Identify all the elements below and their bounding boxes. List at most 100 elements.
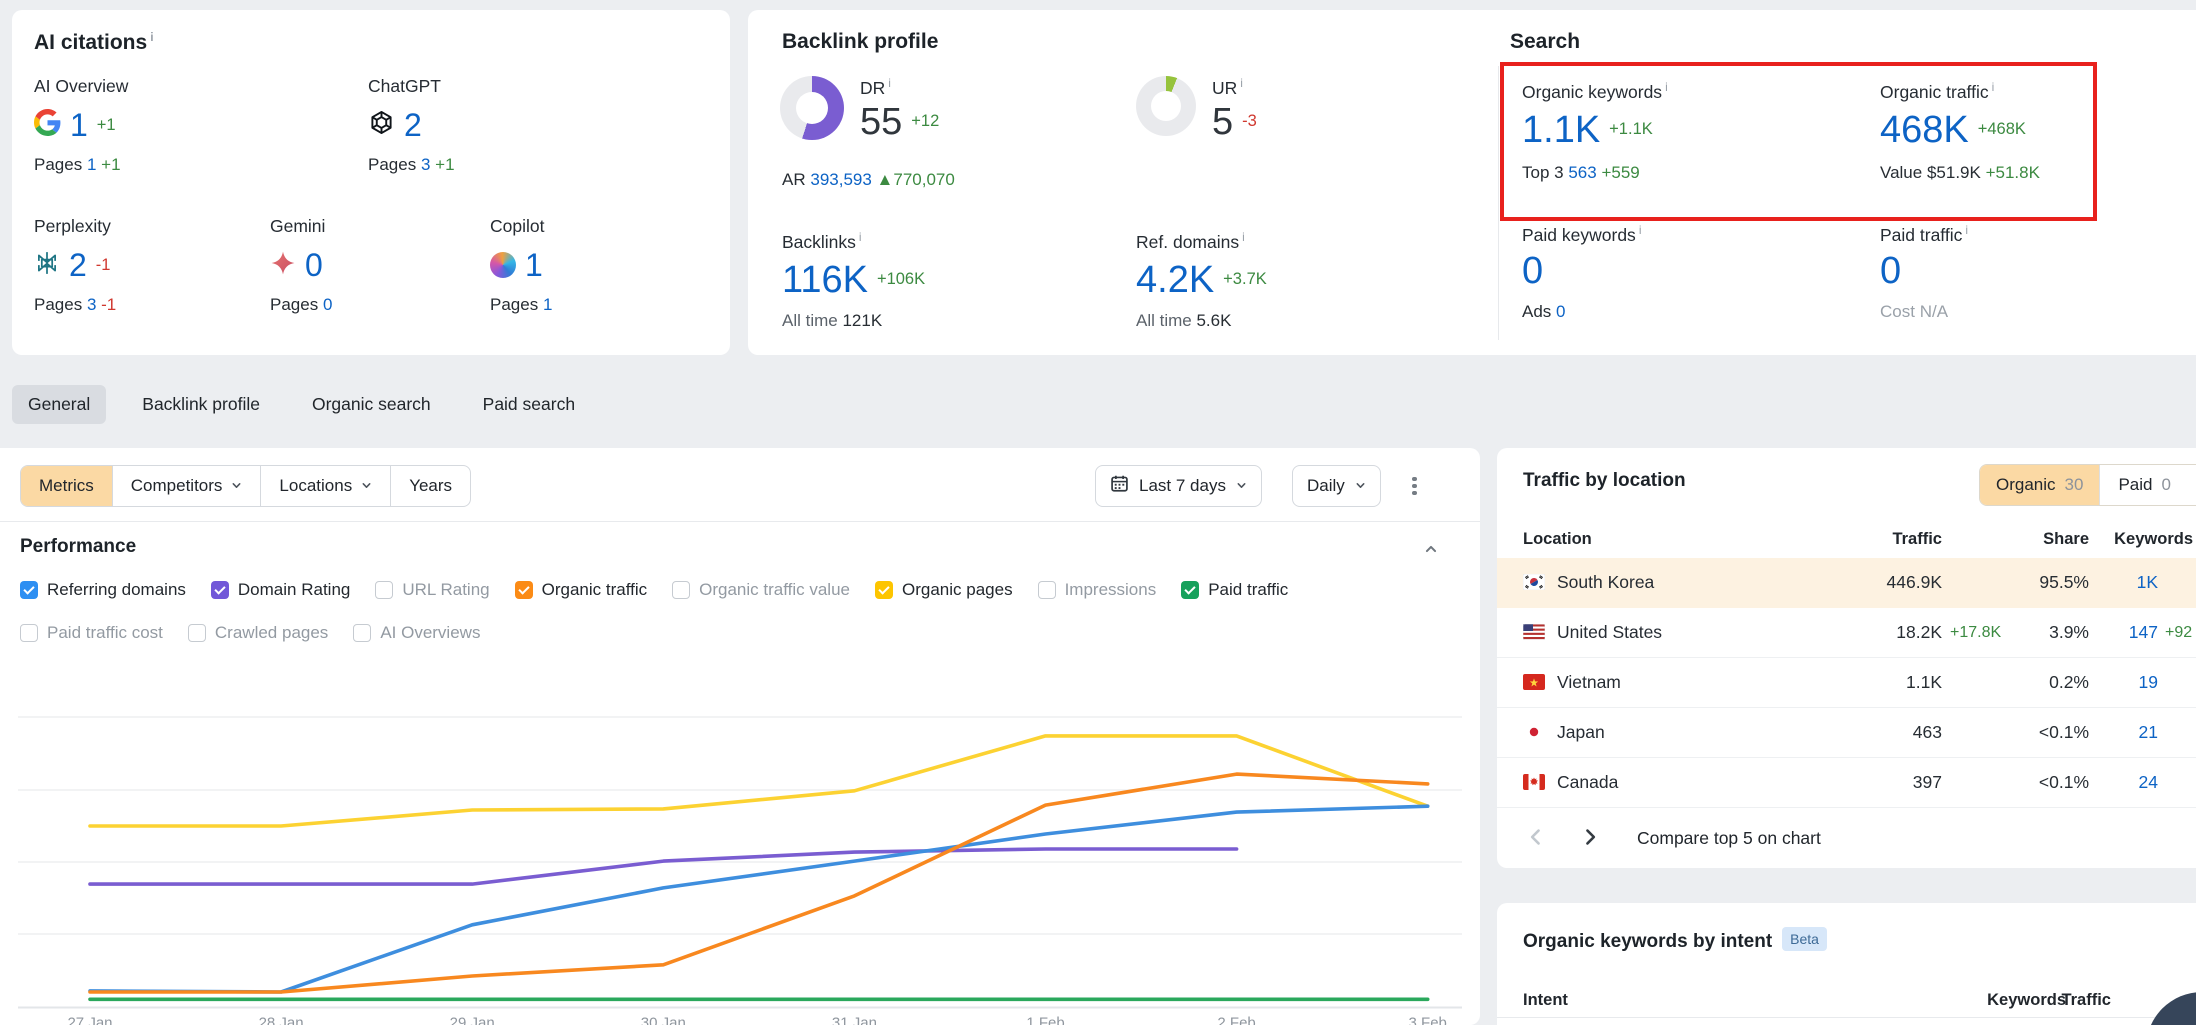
info-icon[interactable]: i — [888, 76, 891, 90]
beta-badge: Beta — [1782, 927, 1827, 951]
checkbox-icon — [515, 581, 533, 599]
checkbox-icon — [375, 581, 393, 599]
info-icon[interactable]: i — [1639, 223, 1642, 237]
svg-text:29 Jan: 29 Jan — [450, 1014, 495, 1025]
info-icon[interactable]: i — [1665, 80, 1668, 94]
pages-count[interactable]: 0 — [323, 295, 332, 314]
checkbox-domain-rating[interactable]: Domain Rating — [211, 580, 350, 600]
organic-keywords-value[interactable]: 1.1K — [1522, 111, 1600, 149]
collapse-chevron-icon[interactable] — [1424, 542, 1438, 561]
checkbox-icon — [1181, 581, 1199, 599]
competitors-button[interactable]: Competitors — [112, 466, 261, 506]
keywords-link[interactable]: 1K — [2137, 572, 2158, 593]
checkbox-icon — [211, 581, 229, 599]
checkbox-ai-overviews[interactable]: AI Overviews — [353, 623, 480, 643]
organic-keywords-block: Organic keywordsi 1.1K +1.1K Top 3 563 +… — [1522, 80, 1668, 183]
table-row-south-korea[interactable]: South Korea 446.9K 95.5% 1K — [1497, 558, 2196, 608]
years-button[interactable]: Years — [390, 466, 470, 506]
more-options-icon[interactable] — [1412, 474, 1417, 498]
locations-button[interactable]: Locations — [260, 466, 390, 506]
ar-line: AR 393,593 ▲770,070 — [782, 170, 955, 190]
info-icon[interactable]: i — [150, 30, 153, 44]
toggle-organic[interactable]: Organic 30 — [1980, 465, 2099, 505]
tab-general[interactable]: General — [12, 385, 106, 424]
traffic-by-location-title: Traffic by location — [1523, 470, 1686, 492]
paid-keywords-value[interactable]: 0 — [1522, 252, 1543, 290]
ref-domains-value[interactable]: 4.2K — [1136, 261, 1214, 299]
toggle-paid[interactable]: Paid 0 — [2099, 465, 2196, 505]
checkbox-organic-traffic[interactable]: Organic traffic — [515, 580, 648, 600]
chevron-down-icon — [231, 476, 242, 496]
stat-value[interactable]: 2 — [69, 249, 87, 281]
next-page-icon[interactable] — [1581, 828, 1599, 851]
table-row-japan[interactable]: Japan 463 <0.1% 21 — [1497, 708, 2196, 758]
keywords-link[interactable]: 19 — [2139, 672, 2158, 693]
table-row-canada[interactable]: Canada 397 <0.1% 24 — [1497, 758, 2196, 808]
date-range-button[interactable]: Last 7 days — [1095, 465, 1262, 507]
stat-value[interactable]: 1 — [70, 109, 88, 141]
ai-citations-card: AI citationsi AI Overview 1 +1 Pages 1 +… — [12, 10, 730, 355]
stat-value[interactable]: 2 — [404, 109, 422, 141]
stat-ai-overview: AI Overview 1 +1 Pages 1 +1 — [34, 76, 128, 175]
up-triangle-icon: ▲ — [877, 170, 894, 189]
stat-perplexity: Perplexity 2 -1 Pages 3 -1 — [34, 216, 116, 315]
intent-table-header: Intent Keywords Traffic — [1497, 981, 2196, 1018]
dr-value: 55 — [860, 103, 902, 141]
prev-page-icon[interactable] — [1527, 828, 1545, 851]
ai-citations-title: AI citationsi — [34, 30, 154, 55]
pages-count[interactable]: 1 — [543, 295, 552, 314]
paid-traffic-value[interactable]: 0 — [1880, 252, 1901, 290]
pages-count[interactable]: 3 — [421, 155, 430, 174]
table-row-vietnam[interactable]: Vietnam 1.1K 0.2% 19 — [1497, 658, 2196, 708]
compare-top5-link[interactable]: Compare top 5 on chart — [1637, 828, 1821, 849]
granularity-button[interactable]: Daily — [1292, 465, 1381, 507]
keywords-link[interactable]: 147 — [2129, 622, 2158, 643]
ur-value: 5 — [1212, 103, 1233, 141]
backlinks-block: Backlinksi 116K +106K All time 121K — [782, 230, 925, 331]
checkbox-impressions[interactable]: Impressions — [1038, 580, 1157, 600]
canada-flag-icon — [1523, 774, 1545, 790]
checkbox-crawled-pages[interactable]: Crawled pages — [188, 623, 328, 643]
checkbox-organic-pages[interactable]: Organic pages — [875, 580, 1013, 600]
tab-backlink-profile[interactable]: Backlink profile — [126, 385, 276, 424]
organic-traffic-value[interactable]: 468K — [1880, 111, 1969, 149]
keywords-link[interactable]: 21 — [2139, 722, 2158, 743]
pages-count[interactable]: 3 — [87, 295, 96, 314]
info-icon[interactable]: i — [1965, 223, 1968, 237]
stat-chatgpt: ChatGPT 2 Pages 3 +1 — [368, 76, 455, 175]
stat-value[interactable]: 1 — [525, 249, 543, 281]
tab-paid-search[interactable]: Paid search — [467, 385, 591, 424]
info-icon[interactable]: i — [1240, 76, 1243, 90]
ar-value[interactable]: 393,593 — [810, 170, 871, 189]
tab-organic-search[interactable]: Organic search — [296, 385, 447, 424]
calendar-icon — [1110, 474, 1129, 498]
backlinks-value[interactable]: 116K — [782, 261, 868, 299]
dr-donut — [780, 76, 844, 140]
svg-text:28 Jan: 28 Jan — [259, 1014, 304, 1025]
checkbox-referring-domains[interactable]: Referring domains — [20, 580, 186, 600]
stat-label: Perplexity — [34, 216, 116, 237]
organic-traffic-block: Organic traffici 468K +468K Value $51.9K… — [1880, 80, 2040, 183]
filter-group: Metrics Competitors Locations Years — [20, 465, 471, 507]
keywords-by-intent-title: Organic keywords by intentBeta — [1523, 927, 1827, 953]
checkbox-url-rating[interactable]: URL Rating — [375, 580, 489, 600]
table-row-united-states[interactable]: United States 18.2K +17.8K 3.9% 147 +92 — [1497, 608, 2196, 658]
top3-value[interactable]: 563 — [1568, 163, 1596, 182]
checkbox-paid-traffic-cost[interactable]: Paid traffic cost — [20, 623, 163, 643]
metrics-button[interactable]: Metrics — [21, 466, 112, 506]
stat-delta: +1 — [97, 116, 116, 135]
pages-count[interactable]: 1 — [87, 155, 96, 174]
keywords-link[interactable]: 24 — [2139, 772, 2158, 793]
stat-label: ChatGPT — [368, 76, 455, 97]
metric-checkbox-row-2: Paid traffic cost Crawled pages AI Overv… — [20, 623, 480, 643]
checkbox-organic-traffic-value[interactable]: Organic traffic value — [672, 580, 850, 600]
info-icon[interactable]: i — [1992, 80, 1995, 94]
checkbox-paid-traffic[interactable]: Paid traffic — [1181, 580, 1288, 600]
performance-chart: 27 Jan28 Jan29 Jan30 Jan31 Jan1 Feb2 Feb… — [0, 660, 1480, 1025]
info-icon[interactable]: i — [1242, 230, 1245, 244]
ads-value[interactable]: 0 — [1556, 302, 1565, 321]
south-korea-flag-icon — [1523, 574, 1545, 590]
dr-block: DRi 55 +12 — [780, 76, 939, 141]
stat-value[interactable]: 0 — [305, 249, 323, 281]
info-icon[interactable]: i — [859, 230, 862, 244]
